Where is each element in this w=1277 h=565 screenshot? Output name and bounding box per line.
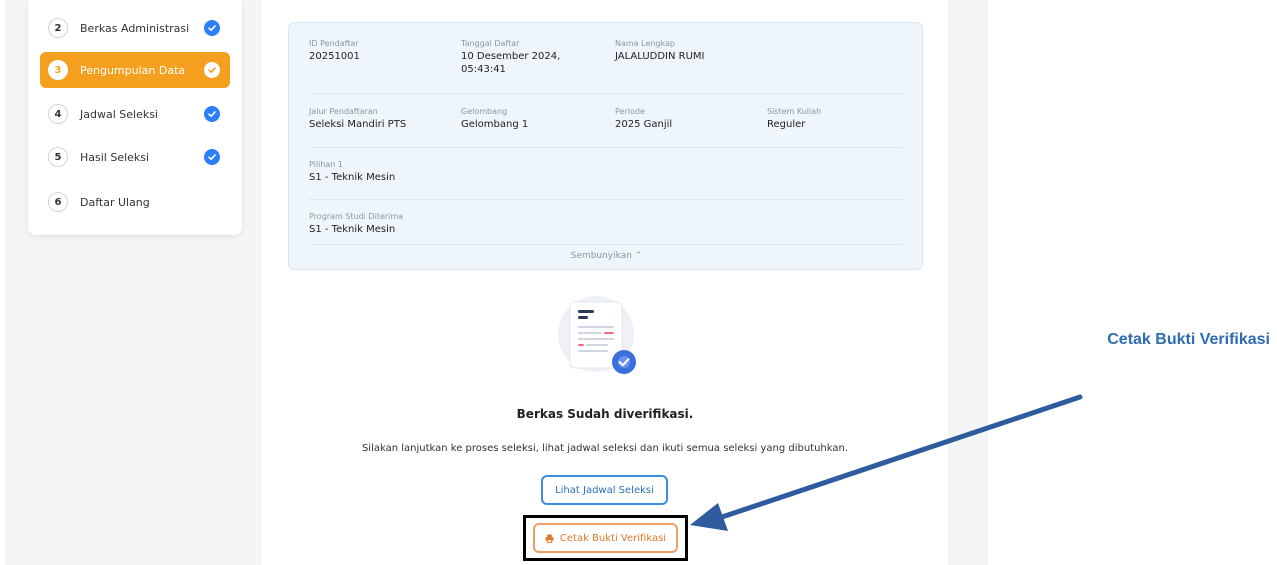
check-icon [204,149,220,165]
page-root: 2 Berkas Administrasi 3 Pengumpulan Data… [0,0,1277,565]
divider [309,244,902,245]
field-jalur-pendaftaran: Jalur Pendaftaran Seleksi Mandiri PTS [309,107,406,131]
divider [309,199,902,200]
field-label: Gelombang [461,107,508,116]
divider [309,93,902,94]
field-label: Program Studi Diterima [309,212,404,221]
field-value: S1 - Teknik Mesin [309,224,396,235]
field-program-studi-diterima: Program Studi Diterima S1 - Teknik Mesin [309,212,403,236]
field-value: 20251001 [309,51,360,62]
sidebar-step-jadwal-seleksi[interactable]: 4 Jadwal Seleksi [40,96,230,132]
step-label: Pengumpulan Data [80,63,186,77]
sidebar-step-pengumpulan-data[interactable]: 3 Pengumpulan Data [40,52,230,88]
field-sistem-kuliah: Sistem Kuliah Reguler [767,107,821,131]
step-number: 3 [48,60,68,80]
check-icon [204,106,220,122]
step-label: Hasil Seleksi [80,150,150,164]
step-number: 4 [48,104,68,124]
field-value: 10 Desember 2024, 05:43:41 [461,50,560,76]
sidebar-step-hasil-seleksi[interactable]: 5 Hasil Seleksi [40,139,230,175]
field-tanggal-daftar: Tanggal Daftar 10 Desember 2024, 05:43:4… [461,39,560,76]
lihat-jadwal-seleksi-button[interactable]: Lihat Jadwal Seleksi [541,475,668,505]
field-label: Nama Lengkap [615,39,675,48]
field-value: S1 - Teknik Mesin [309,172,396,183]
annotation-callout: Cetak Bukti Verifikasi [1107,331,1270,348]
printer-icon [545,533,554,543]
steps-sidebar: 2 Berkas Administrasi 3 Pengumpulan Data… [28,0,242,235]
field-gelombang: Gelombang Gelombang 1 [461,107,528,131]
field-value-line: 10 Desember 2024, [461,51,561,62]
field-periode: Periode 2025 Ganjil [615,107,672,131]
field-pilihan-1: Pilihan 1 S1 - Teknik Mesin [309,160,395,184]
field-label: Pilihan 1 [309,160,343,169]
step-number: 2 [48,18,68,38]
field-label: ID Pendaftar [309,39,359,48]
field-label: Sistem Kuliah [767,107,822,116]
field-id-pendaftar: ID Pendaftar 20251001 [309,39,360,63]
field-label: Tanggal Daftar [461,39,520,48]
field-value: Seleksi Mandiri PTS [309,119,407,130]
divider [309,147,902,148]
step-number: 6 [48,192,68,212]
field-nama-lengkap: Nama Lengkap JALALUDDIN RUMI [615,39,705,63]
field-value: Gelombang 1 [461,119,529,130]
check-icon [204,20,220,36]
check-icon [204,62,220,78]
field-value: Reguler [767,119,806,130]
registrant-info-box: ID Pendaftar 20251001 Tanggal Daftar 10 … [288,22,923,270]
step-label: Daftar Ulang [80,195,150,209]
field-label: Periode [615,107,645,116]
cetak-bukti-verifikasi-button[interactable]: Cetak Bukti Verifikasi [533,523,678,553]
field-value-line: 05:43:41 [461,64,506,75]
field-value: JALALUDDIN RUMI [615,51,705,62]
sidebar-step-berkas-administrasi[interactable]: 2 Berkas Administrasi [40,10,230,46]
button-label: Cetak Bukti Verifikasi [559,532,667,544]
step-label: Berkas Administrasi [80,21,190,35]
collapse-toggle[interactable]: Sembunyikan ⌃ [289,251,924,261]
field-value: 2025 Ganjil [615,119,673,130]
field-label: Jalur Pendaftaran [309,107,378,116]
step-number: 5 [48,147,68,167]
sidebar-step-daftar-ulang[interactable]: 6 Daftar Ulang [40,184,230,220]
step-label: Jadwal Seleksi [80,107,158,121]
document-verified-icon [548,292,648,378]
annotation-arrow-icon [690,394,1083,531]
